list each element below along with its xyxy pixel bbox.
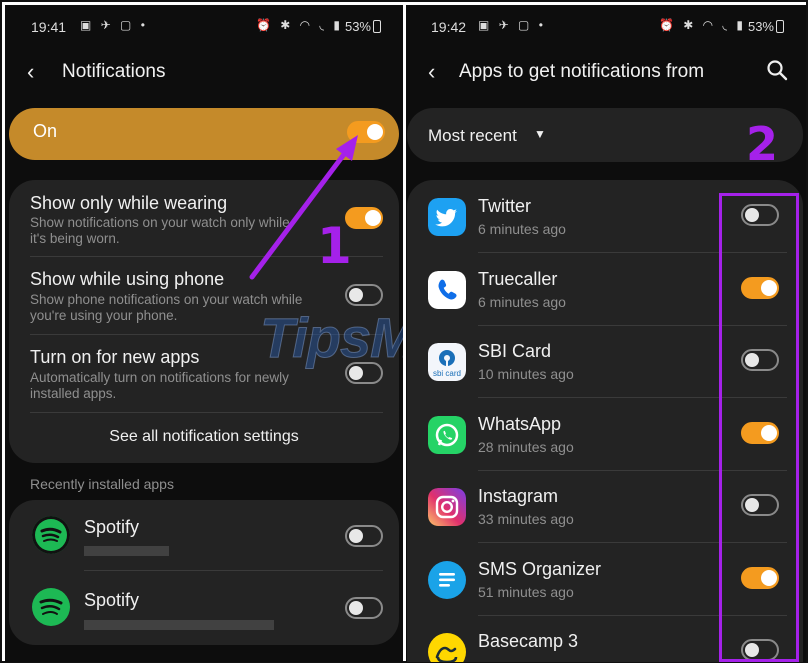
sort-dropdown[interactable]: Most recent ▼ bbox=[407, 108, 803, 162]
spotify-toggle[interactable] bbox=[345, 525, 383, 547]
app-name: Spotify bbox=[84, 517, 140, 537]
app-bar: ‹ Notifications bbox=[5, 47, 403, 95]
battery-icon bbox=[373, 20, 381, 33]
spotify-icon bbox=[32, 516, 70, 554]
svg-text:sbi card: sbi card bbox=[433, 369, 461, 378]
notification-icons: ▣ ✈ ▢ • bbox=[478, 18, 546, 32]
spotify-icon bbox=[32, 588, 70, 626]
app-name: SBI Card bbox=[478, 341, 552, 361]
redacted-text bbox=[84, 546, 169, 556]
setting-title: Turn on for new apps bbox=[30, 347, 200, 367]
step-1-label: 1 bbox=[317, 217, 352, 275]
setting-subtitle: installed apps. bbox=[30, 386, 117, 401]
battery-indicator: 53% bbox=[345, 19, 381, 34]
highlight-box bbox=[719, 193, 799, 662]
app-bar: ‹ Apps to get notifications from bbox=[406, 47, 806, 95]
chevron-down-icon: ▼ bbox=[534, 127, 546, 141]
setting-subtitle: it's being worn. bbox=[30, 231, 120, 246]
instagram-icon bbox=[428, 488, 466, 526]
system-icons: ⏰ ✱ ◠ ◟ ▮ bbox=[255, 18, 343, 32]
watermark: TipsMake bbox=[259, 306, 403, 370]
system-icons: ⏰ ✱ ◠ ◟ ▮ bbox=[658, 18, 746, 32]
app-last-notified: 6 minutes ago bbox=[478, 293, 566, 310]
notifications-screen: 19:41 ▣ ✈ ▢ • ⏰ ✱ ◠ ◟ ▮ 53% ‹ Notificati… bbox=[5, 5, 403, 662]
app-last-notified: 10 minutes ago bbox=[478, 366, 574, 382]
app-last-notified: 6 minutes ago bbox=[478, 221, 566, 237]
battery-indicator: 53% bbox=[748, 19, 784, 34]
basecamp-icon bbox=[428, 633, 466, 662]
app-last-notified: 51 minutes ago bbox=[478, 583, 574, 600]
setting-title: Show only while wearing bbox=[30, 193, 228, 213]
see-all-settings-link[interactable]: See all notification settings bbox=[9, 428, 399, 446]
status-time: 19:41 bbox=[31, 19, 67, 35]
app-name: Truecaller bbox=[478, 268, 558, 289]
recent-apps-label: Recently installed apps bbox=[30, 476, 174, 492]
sms-organizer-icon bbox=[428, 560, 466, 599]
battery-icon bbox=[776, 20, 784, 33]
app-last-notified: 28 minutes ago bbox=[478, 438, 574, 455]
page-title: Apps to get notifications from bbox=[459, 61, 705, 82]
apps-notifications-screen: 19:42 ▣ ✈ ▢ • ⏰ ✱ ◠ ◟ ▮ 53% ‹ Apps to ge… bbox=[406, 5, 806, 662]
twitter-icon bbox=[428, 198, 466, 236]
redacted-text bbox=[84, 620, 274, 630]
app-name: Basecamp 3 bbox=[478, 631, 579, 651]
setting-subtitle: Automatically turn on notifications for … bbox=[30, 370, 289, 385]
app-name: Instagram bbox=[478, 486, 559, 506]
step-2-label: 2 bbox=[746, 117, 779, 171]
whatsapp-icon bbox=[428, 415, 466, 454]
divider bbox=[84, 570, 383, 571]
back-icon[interactable]: ‹ bbox=[27, 59, 34, 85]
status-bar: 19:42 ▣ ✈ ▢ • ⏰ ✱ ◠ ◟ ▮ 53% bbox=[406, 5, 806, 43]
search-icon[interactable] bbox=[766, 59, 788, 81]
sbi-card-icon: sbi card bbox=[428, 343, 466, 381]
divider bbox=[30, 412, 383, 413]
spotify-toggle[interactable] bbox=[345, 597, 383, 619]
setting-title: Show while using phone bbox=[30, 269, 225, 289]
app-name: WhatsApp bbox=[478, 413, 562, 434]
sort-selected: Most recent bbox=[428, 126, 517, 145]
notification-icons: ▣ ✈ ▢ • bbox=[80, 18, 148, 32]
back-icon[interactable]: ‹ bbox=[428, 59, 435, 85]
truecaller-icon bbox=[428, 270, 466, 309]
page-title: Notifications bbox=[62, 61, 166, 82]
master-switch-label: On bbox=[33, 121, 58, 141]
status-bar: 19:41 ▣ ✈ ▢ • ⏰ ✱ ◠ ◟ ▮ 53% bbox=[5, 5, 403, 43]
app-last-notified: 33 minutes ago bbox=[478, 511, 574, 527]
app-name: SMS Organizer bbox=[478, 558, 602, 579]
status-time: 19:42 bbox=[431, 19, 467, 35]
app-name: Spotify bbox=[84, 590, 140, 610]
setting-subtitle: you're using your phone. bbox=[30, 308, 178, 323]
app-name: Twitter bbox=[478, 196, 532, 216]
screenshot-frame: 19:41 ▣ ✈ ▢ • ⏰ ✱ ◠ ◟ ▮ 53% ‹ Notificati… bbox=[0, 0, 808, 663]
recent-apps-card: Spotify Spotify bbox=[9, 500, 399, 645]
